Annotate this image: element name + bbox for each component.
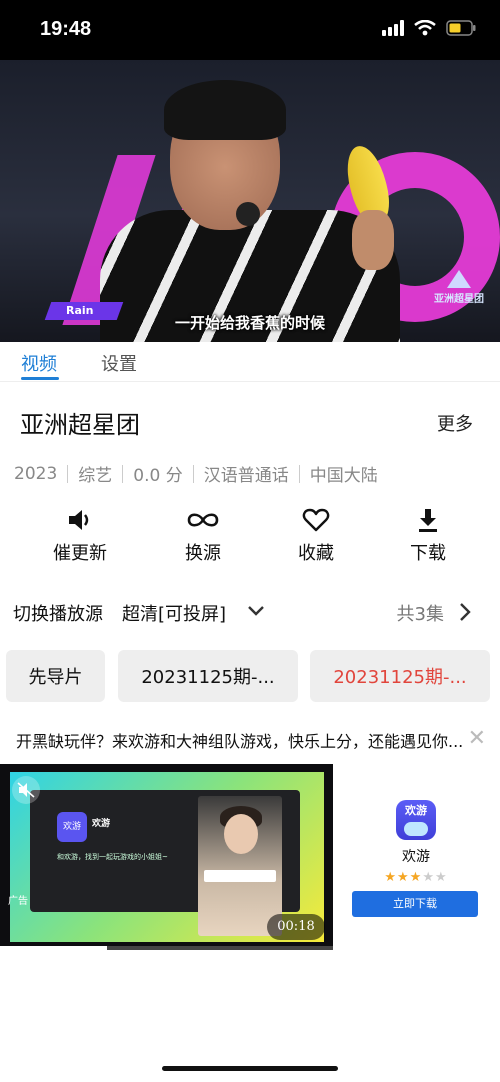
- star-empty-icon: ★: [422, 870, 435, 885]
- show-title: 亚洲超星团: [20, 411, 140, 439]
- download-label: 下载: [410, 543, 446, 564]
- ad-video[interactable]: 欢游 欢游 和欢游，找到一起玩游戏的小姐姐~ 广告 00:18: [0, 764, 333, 950]
- show-logo-text: 亚洲超星团: [434, 294, 484, 305]
- request-update-label: 催更新: [53, 543, 107, 564]
- source-row: 切换播放源 超清[可投屏] 共3集: [0, 596, 500, 630]
- source-quality-select[interactable]: 超清[可投屏]: [122, 600, 226, 626]
- switch-source-label: 换源: [185, 543, 221, 564]
- ad-tag: 广告: [8, 896, 28, 907]
- episode-item-selected[interactable]: 20231125期-...: [310, 650, 490, 702]
- meta-region: 中国大陆: [309, 466, 378, 486]
- tab-video[interactable]: 视频: [21, 350, 57, 376]
- video-player[interactable]: [0, 60, 500, 342]
- app-name: 欢游: [402, 849, 430, 865]
- meta-divider: [192, 464, 194, 483]
- meta-year: 2023: [14, 463, 58, 484]
- infinity-icon: [187, 513, 219, 527]
- tab-underline: [21, 377, 59, 380]
- app-rating-stars: ★★★★★: [352, 870, 480, 885]
- speaker-icon: [69, 510, 89, 530]
- favorite-button[interactable]: 收藏: [266, 505, 366, 565]
- download-icon: [419, 509, 437, 532]
- meta-divider: [67, 464, 69, 483]
- battery-icon: [446, 20, 476, 36]
- app-download-button[interactable]: 立即下载: [352, 891, 478, 917]
- meta-divider: [298, 464, 300, 483]
- video-person: [100, 80, 400, 342]
- app-icon[interactable]: 欢游: [396, 800, 436, 840]
- ad-progress-bar: [0, 946, 333, 950]
- signal-icon: [382, 20, 404, 36]
- meta-language: 汉语普通话: [203, 466, 289, 486]
- meta-genre: 综艺: [78, 466, 113, 486]
- meta-divider: [122, 464, 124, 483]
- ad-mini-logo: 欢游: [57, 812, 87, 842]
- chevron-down-icon[interactable]: [247, 604, 265, 618]
- tab-bar: 视频 设置: [0, 342, 500, 382]
- mute-button[interactable]: [12, 776, 40, 804]
- show-meta: 2023 综艺 0.0 分 汉语普通话 中国大陆: [14, 461, 378, 487]
- status-time: 19:48: [40, 18, 92, 40]
- favorite-label: 收藏: [298, 543, 334, 564]
- ad-mini-title: 欢游: [92, 819, 111, 829]
- download-button[interactable]: 下载: [378, 505, 478, 565]
- star-filled-icon: ★: [384, 870, 398, 885]
- mute-icon: [17, 782, 35, 798]
- ad-progress-fill: [0, 946, 107, 950]
- status-icons: [382, 20, 476, 36]
- action-row: 催更新 换源 收藏 下载: [0, 505, 500, 567]
- episode-item[interactable]: 20231125期-...: [118, 650, 298, 702]
- star-empty-icon: ★: [434, 870, 448, 885]
- tab-settings[interactable]: 设置: [101, 350, 137, 376]
- show-logo: 亚洲超星团: [434, 270, 484, 305]
- home-indicator: [162, 1066, 338, 1071]
- episode-count[interactable]: 共3集: [397, 600, 444, 626]
- video-subtitle: 一开始给我香蕉的时候: [174, 314, 325, 332]
- more-button[interactable]: 更多: [437, 410, 473, 436]
- ad-text[interactable]: 开黑缺玩伴？来欢游和大神组队游戏，快乐上分，还能遇见你...: [16, 728, 486, 752]
- hand-image: [352, 210, 394, 270]
- source-label: 切换播放源: [13, 604, 103, 625]
- episode-item[interactable]: 先导片: [6, 650, 105, 702]
- meta-score: 0.0 分: [133, 466, 183, 486]
- star-filled-icon: ★: [409, 870, 423, 885]
- episode-list: 先导片 20231125期-... 20231125期-...: [0, 650, 500, 702]
- switch-source-button[interactable]: 换源: [153, 505, 253, 565]
- close-icon[interactable]: ✕: [468, 726, 486, 751]
- heart-icon: [302, 508, 330, 532]
- ad-app-card: 欢游 欢游 ★★★★★ 立即下载: [352, 800, 480, 917]
- wifi-icon: [414, 20, 436, 36]
- ad-timer: 00:18: [267, 914, 325, 940]
- star-filled-icon: ★: [397, 870, 410, 885]
- request-update-button[interactable]: 催更新: [30, 505, 130, 565]
- ad-phone-image: [198, 796, 282, 936]
- app-icon-text: 欢游: [405, 804, 427, 817]
- ad-mini-desc: 和欢游，找到一起玩游戏的小姐姐~: [57, 853, 168, 861]
- status-bar: 19:48: [0, 0, 500, 60]
- chevron-right-icon[interactable]: [458, 602, 472, 622]
